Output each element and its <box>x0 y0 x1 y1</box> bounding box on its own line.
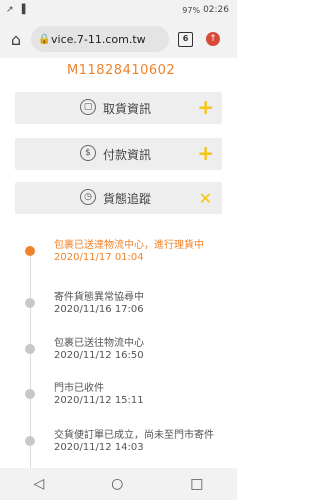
timeline-dot <box>25 389 35 399</box>
timeline-status: 包裹已送達物流中心，進行理貨中 <box>54 240 204 251</box>
back-icon[interactable]: ◁ <box>33 476 44 492</box>
upload-icon[interactable]: ↑ <box>206 32 220 46</box>
panel-payment-info[interactable]: $ 付款資訊 + <box>15 138 222 170</box>
clock-icon: ◷ <box>80 189 96 205</box>
browser-toolbar: ⌂ 🔒 vice.7-11.com.tw 6 ↑ <box>0 20 237 58</box>
timeline-date: 2020/11/17 01:04 <box>54 252 144 263</box>
recents-icon[interactable]: □ <box>190 476 203 492</box>
coin-icon: $ <box>80 145 96 161</box>
panel-tracking[interactable]: ◷ 貨態追蹤 ✕ <box>15 182 222 214</box>
timeline-status: 門市已收件 <box>54 383 104 394</box>
timeline-dot <box>25 436 35 446</box>
signal-icons: ↗ ▐ <box>6 5 27 15</box>
timeline-dot <box>25 344 35 354</box>
timeline-item: 包裹已送達物流中心，進行理貨中 2020/11/17 01:04 <box>0 228 237 268</box>
timeline-item: 包裹已送往物流中心 2020/11/12 16:50 <box>0 326 237 366</box>
timeline-dot <box>25 246 35 256</box>
url-text: vice.7-11.com.tw <box>51 32 146 46</box>
android-nav-bar: ◁ ○ □ <box>0 468 237 500</box>
timeline-item: 交貨便訂單已成立，尚未至門市寄件 2020/11/12 14:03 <box>0 418 237 458</box>
panel-label: 貨態追蹤 <box>103 192 152 206</box>
timeline-dot <box>25 298 35 308</box>
lock-icon: 🔒 <box>38 33 51 45</box>
timeline-item: 門市已收件 2020/11/12 15:11 <box>0 371 237 411</box>
page-content: M11828410602 ▢ 取貨資訊 + $ 付款資訊 + ◷ 貨態追蹤 ✕ … <box>0 58 237 468</box>
box-icon: ▢ <box>80 99 96 115</box>
timeline-date: 2020/11/12 15:11 <box>54 395 144 406</box>
expand-plus-icon[interactable]: + <box>197 95 214 119</box>
status-bar: ↗ ▐ 97% 02:26 <box>0 0 237 20</box>
clock-time: 02:26 <box>203 5 229 15</box>
timeline-status: 包裹已送往物流中心 <box>54 338 144 349</box>
timeline-status: 寄件貨態異常協尋中 <box>54 292 144 303</box>
order-number: M11828410602 <box>67 63 176 78</box>
timeline-date: 2020/11/16 17:06 <box>54 304 144 315</box>
home-button-icon[interactable]: ○ <box>111 476 123 492</box>
panel-label: 付款資訊 <box>103 148 152 162</box>
panel-pickup-info[interactable]: ▢ 取貨資訊 + <box>15 92 222 124</box>
home-icon[interactable]: ⌂ <box>5 30 27 49</box>
timeline-date: 2020/11/12 14:03 <box>54 442 144 453</box>
timeline-status: 交貨便訂單已成立，尚未至門市寄件 <box>54 430 214 441</box>
battery-percent: 97% <box>182 5 201 15</box>
timeline-date: 2020/11/12 16:50 <box>54 350 144 361</box>
tab-switcher-button[interactable]: 6 <box>178 31 193 47</box>
timeline-item: 寄件貨態異常協尋中 2020/11/16 17:06 <box>0 280 237 320</box>
status-right: 97% 02:26 <box>182 5 229 15</box>
address-bar[interactable]: 🔒 vice.7-11.com.tw <box>31 26 169 52</box>
expand-plus-icon[interactable]: + <box>197 141 214 165</box>
panel-label: 取貨資訊 <box>103 102 152 116</box>
collapse-close-icon[interactable]: ✕ <box>199 189 212 208</box>
